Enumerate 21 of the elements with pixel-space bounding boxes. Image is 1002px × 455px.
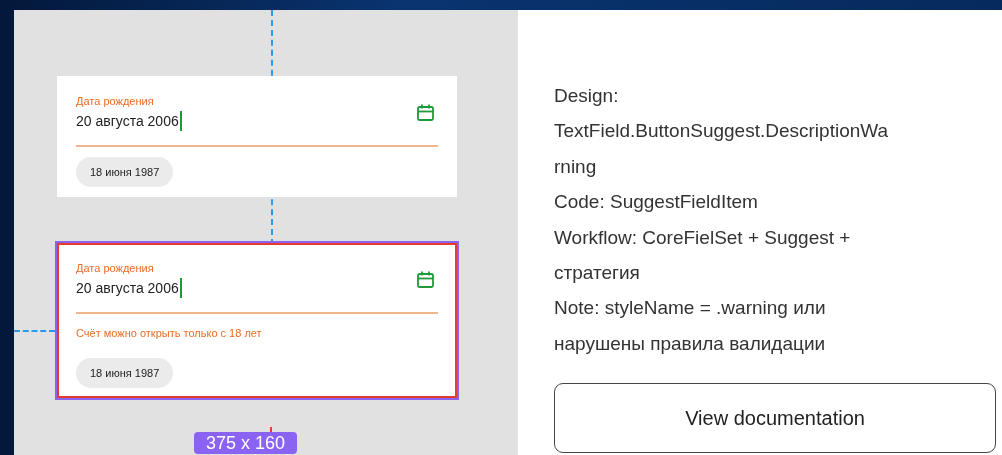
description-line: rning — [554, 154, 598, 179]
field-label: Дата рождения — [76, 261, 155, 275]
description-line: Code: SuggestFieldItem — [554, 190, 759, 215]
field-label: Дата рождения — [76, 94, 155, 108]
suggestion-chip[interactable]: 18 июня 1987 — [76, 358, 174, 388]
description-line: Note: styleName = .warning или — [554, 296, 827, 321]
description-line: TextField.ButtonSuggest.DescriptionWa — [554, 119, 890, 144]
calendar-icon[interactable] — [417, 271, 434, 288]
error-message: Счёт можно открыть только с 18 лет — [76, 326, 263, 340]
description-line: Workflow: CoreFielSet + Suggest + — [554, 225, 852, 250]
date-field-card[interactable]: Дата рождения 20 августа 2006 Счёт можно открыть только с 18 лет 18 июня 1987 — [57, 243, 457, 398]
date-field-card[interactable]: Дата рождения 20 августа 2006 18 июня 1987 — [57, 76, 457, 197]
description-line: Design: — [554, 84, 620, 108]
view-documentation-button[interactable]: View documentation — [554, 383, 996, 454]
description-line: стратегия — [554, 261, 641, 286]
suggestion-chip[interactable]: 18 июня 1987 — [76, 157, 174, 187]
size-badge: 375 x 160 — [194, 432, 298, 454]
description-line: нарушены правила валидации — [554, 331, 827, 356]
calendar-icon[interactable] — [417, 104, 434, 121]
date-input-field[interactable]: 20 августа 2006 — [76, 111, 182, 131]
date-input-field[interactable]: 20 августа 2006 — [76, 278, 182, 298]
